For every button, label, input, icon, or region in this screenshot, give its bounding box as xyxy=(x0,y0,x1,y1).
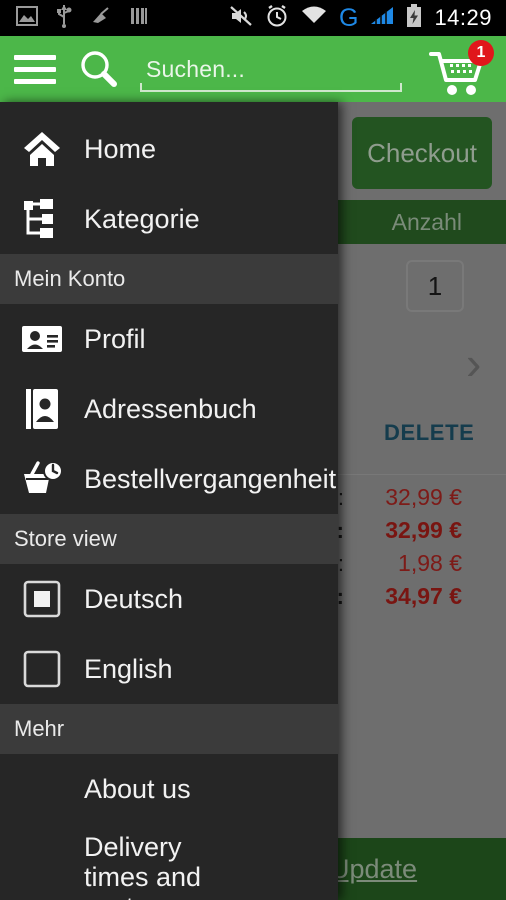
status-bar: G 14:29 xyxy=(0,0,506,36)
google-g-icon: G xyxy=(338,3,359,32)
drawer-section-mehr: Mehr xyxy=(0,704,338,754)
update-cart-link[interactable]: Update xyxy=(330,854,417,885)
sidebar-item-about-us[interactable]: About us xyxy=(0,754,338,824)
sidebar-item-home[interactable]: Home xyxy=(0,114,338,184)
search-icon[interactable] xyxy=(76,47,120,91)
address-book-icon xyxy=(0,388,84,430)
navigation-drawer: Home Kategorie Mein Konto Profil Adresse… xyxy=(0,102,338,900)
equalizer-bars-icon xyxy=(130,6,148,31)
drawer-top-spacer xyxy=(0,102,338,114)
delete-item-button[interactable]: DELETE xyxy=(384,420,474,446)
sidebar-item-deutsch[interactable]: Deutsch xyxy=(0,564,338,634)
sidebar-item-label: About us xyxy=(84,773,191,804)
sidebar-item-label: Kategorie xyxy=(84,203,200,234)
sidebar-item-label: Profil xyxy=(84,323,146,354)
sidebar-item-profil[interactable]: Profil xyxy=(0,304,338,374)
shopping-cart-icon[interactable]: 1 xyxy=(426,38,500,100)
usb-icon xyxy=(56,4,72,33)
wifi-icon xyxy=(301,6,327,31)
cart-badge-count: 1 xyxy=(468,40,494,66)
radio-checked-icon xyxy=(0,580,84,618)
home-icon xyxy=(0,130,84,168)
cart-column-qty-label: Anzahl xyxy=(391,209,462,235)
search-input[interactable]: Suchen... xyxy=(134,40,416,98)
total-value: 32,99 € xyxy=(385,517,462,543)
drawer-section-store-view: Store view xyxy=(0,514,338,564)
sidebar-item-label: Deutsch xyxy=(84,583,184,614)
sidebar-item-adressenbuch[interactable]: Adressenbuch xyxy=(0,374,338,444)
order-history-basket-clock-icon xyxy=(0,459,84,499)
sidebar-item-english[interactable]: English xyxy=(0,634,338,704)
sidebar-item-label: Home xyxy=(84,133,157,164)
checkout-button[interactable]: Checkout xyxy=(352,117,492,189)
sidebar-item-delivery-times-and-costs[interactable]: Delivery times and costs xyxy=(0,824,338,900)
sidebar-item-label: Adressenbuch xyxy=(84,393,257,424)
mute-volume-off-icon xyxy=(229,5,253,32)
sidebar-item-label: Delivery times and costs xyxy=(84,832,202,900)
total-value: 34,97 € xyxy=(385,583,462,609)
category-tree-icon xyxy=(0,199,84,239)
app-bar: Suchen... 1 xyxy=(0,36,506,102)
total-value: 1,98 € xyxy=(398,550,462,576)
alarm-clock-icon xyxy=(265,4,289,33)
sidebar-item-bestellvergangenheit[interactable]: Bestellvergangenheit xyxy=(0,444,338,514)
search-underline xyxy=(140,83,402,92)
hamburger-menu-icon[interactable] xyxy=(8,54,62,84)
status-bar-left-icons xyxy=(0,4,148,33)
radio-unchecked-icon xyxy=(0,650,84,688)
total-value: 32,99 € xyxy=(385,484,462,510)
cleaner-broom-icon xyxy=(90,6,112,31)
search-placeholder: Suchen... xyxy=(146,55,245,82)
cellular-signal-icon xyxy=(370,6,394,31)
drawer-section-mein-konto: Mein Konto xyxy=(0,254,338,304)
gallery-image-icon xyxy=(16,5,38,31)
status-bar-right-icons: G xyxy=(229,3,434,33)
chevron-right-icon[interactable]: › xyxy=(466,340,481,386)
battery-charging-icon xyxy=(406,3,422,33)
profile-card-icon xyxy=(0,323,84,355)
quantity-input[interactable]: 1 xyxy=(406,260,464,312)
phone-screen: G 14:29 Checkout Anzahl 1 ou likeribbon?… xyxy=(0,0,506,900)
sidebar-item-kategorie[interactable]: Kategorie xyxy=(0,184,338,254)
status-bar-clock: 14:29 xyxy=(434,5,492,30)
sidebar-item-label: Bestellvergangenheit xyxy=(84,463,337,494)
sidebar-item-label: English xyxy=(84,653,173,684)
